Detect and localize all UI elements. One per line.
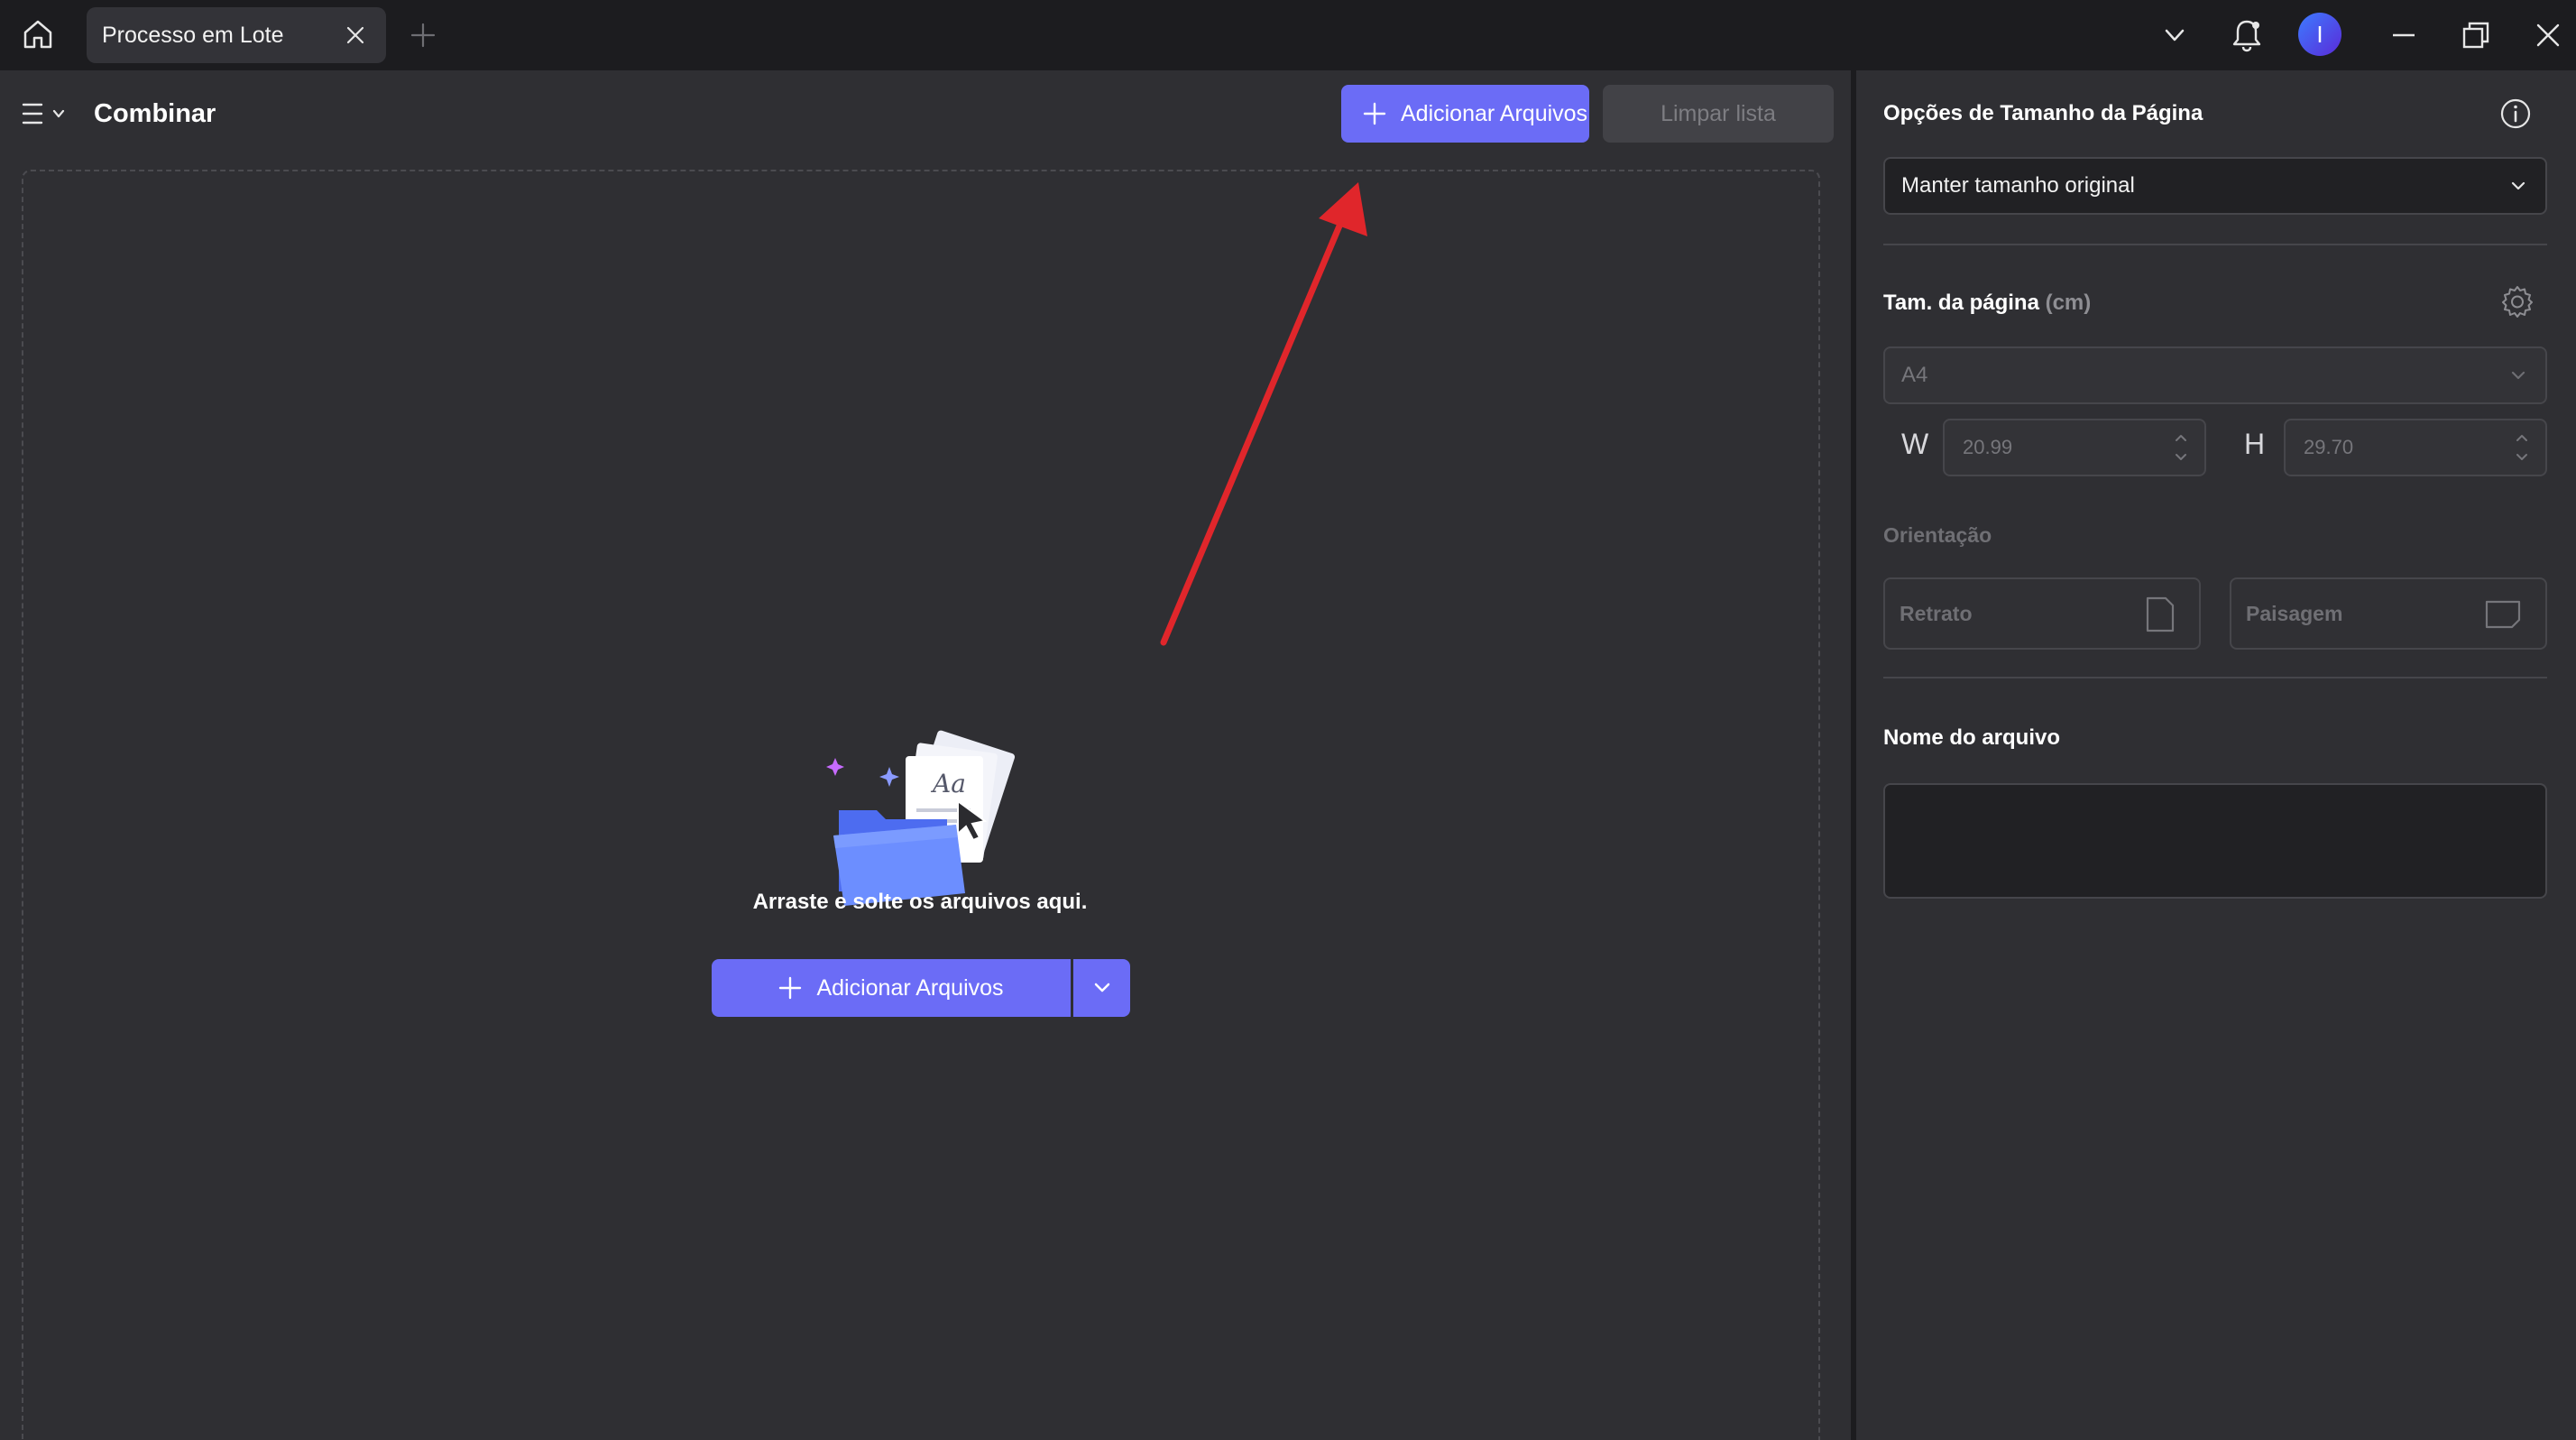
page-size-label: Tam. da página (cm) bbox=[1883, 291, 2091, 316]
divider bbox=[1883, 244, 2547, 245]
page-options-panel: Opções de Tamanho da Página Manter taman… bbox=[1856, 70, 2576, 1440]
tab-processo-em-lote[interactable]: Processo em Lote bbox=[87, 7, 386, 63]
height-input[interactable]: 29.70 bbox=[2284, 419, 2547, 476]
add-files-button[interactable]: Adicionar Arquivos bbox=[1341, 85, 1589, 143]
menu-button[interactable] bbox=[22, 97, 72, 130]
portrait-button[interactable]: Retrato bbox=[1883, 577, 2201, 650]
plus-icon bbox=[1363, 102, 1386, 125]
chevron-down-icon bbox=[2511, 371, 2525, 380]
stepper-icon[interactable] bbox=[2174, 431, 2188, 464]
home-icon bbox=[23, 20, 52, 49]
paper-size-select[interactable]: A4 bbox=[1883, 346, 2547, 404]
new-tab-plus-icon[interactable] bbox=[408, 20, 438, 51]
portrait-page-icon bbox=[2146, 596, 2175, 632]
title-bar: Processo em Lote I bbox=[0, 0, 2576, 70]
folder-files-illustration: Aa bbox=[826, 730, 1016, 906]
clear-list-button[interactable]: Limpar lista bbox=[1603, 85, 1834, 143]
gear-icon[interactable] bbox=[2499, 283, 2535, 319]
close-icon[interactable] bbox=[345, 24, 366, 46]
add-files-label: Adicionar Arquivos bbox=[1401, 100, 1588, 126]
plus-icon bbox=[779, 976, 802, 1000]
close-icon bbox=[2536, 23, 2560, 47]
minimize-icon bbox=[2393, 33, 2415, 37]
svg-text:Aa: Aa bbox=[930, 769, 966, 798]
page-size-unit: (cm) bbox=[2045, 291, 2092, 315]
home-button[interactable] bbox=[16, 13, 60, 56]
dropdown-button[interactable] bbox=[2156, 16, 2194, 54]
add-files-main-label: Adicionar Arquivos bbox=[816, 974, 1004, 1001]
clear-list-label: Limpar lista bbox=[1661, 100, 1776, 126]
orientation-label: Orientação bbox=[1883, 523, 1992, 547]
minimize-button[interactable] bbox=[2385, 16, 2423, 54]
chevron-down-icon bbox=[2165, 29, 2185, 42]
filename-label: Nome do arquivo bbox=[1883, 725, 2061, 750]
chevron-down-icon bbox=[1094, 983, 1109, 992]
main-header: Combinar Adicionar Arquivos Limpar lista bbox=[0, 70, 1851, 157]
page-size-label-text: Tam. da página bbox=[1883, 291, 2039, 315]
restore-button[interactable] bbox=[2457, 16, 2495, 54]
width-value: 20.99 bbox=[1963, 436, 2013, 458]
bell-icon bbox=[2232, 20, 2261, 52]
notifications-button[interactable] bbox=[2228, 16, 2266, 54]
add-files-main-button[interactable]: Adicionar Arquivos bbox=[712, 959, 1071, 1017]
user-avatar[interactable]: I bbox=[2298, 13, 2341, 56]
restore-icon bbox=[2462, 22, 2489, 49]
filename-input[interactable] bbox=[1883, 783, 2547, 899]
close-window-button[interactable] bbox=[2529, 16, 2567, 54]
add-files-dropdown-button[interactable] bbox=[1073, 959, 1130, 1017]
stepper-icon[interactable] bbox=[2515, 431, 2529, 464]
height-letter: H bbox=[2244, 428, 2266, 460]
page-title: Combinar bbox=[94, 99, 216, 128]
landscape-label: Paisagem bbox=[2246, 602, 2343, 625]
info-icon[interactable] bbox=[2499, 97, 2532, 130]
width-letter: W bbox=[1901, 428, 1929, 460]
hamburger-menu-icon bbox=[22, 103, 65, 125]
drop-instruction: Arraste e solte os arquivos aqui. bbox=[752, 890, 1088, 914]
page-size-option-select[interactable]: Manter tamanho original bbox=[1883, 157, 2547, 215]
portrait-label: Retrato bbox=[1900, 602, 1973, 625]
avatar-initial: I bbox=[2316, 20, 2323, 48]
landscape-page-icon bbox=[2485, 600, 2521, 629]
size-option-selected: Manter tamanho original bbox=[1901, 173, 2135, 198]
divider bbox=[1883, 677, 2547, 678]
size-options-title: Opções de Tamanho da Página bbox=[1883, 101, 2203, 125]
height-value: 29.70 bbox=[2304, 436, 2354, 458]
chevron-down-icon bbox=[2511, 181, 2525, 190]
paper-selected: A4 bbox=[1901, 363, 1928, 387]
tab-label: Processo em Lote bbox=[102, 23, 284, 48]
width-input[interactable]: 20.99 bbox=[1943, 419, 2206, 476]
landscape-button[interactable]: Paisagem bbox=[2230, 577, 2547, 650]
main-panel: Combinar Adicionar Arquivos Limpar lista… bbox=[0, 70, 1851, 1440]
